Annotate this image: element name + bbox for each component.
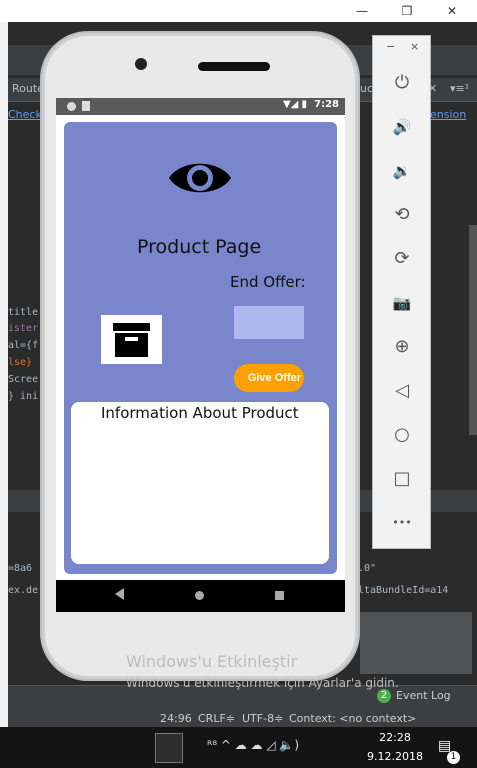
product-image[interactable] xyxy=(101,315,162,364)
product-info-card xyxy=(67,398,333,568)
offer-input[interactable] xyxy=(234,306,304,339)
panel-block xyxy=(360,612,472,674)
android-status-bar: ▼◢ ▮ 7:28 xyxy=(56,98,345,115)
emulator-close-button[interactable]: × xyxy=(410,40,419,53)
host-title-bar: — ❐ ✕ xyxy=(0,0,477,22)
end-offer-label: End Offer: xyxy=(230,273,306,291)
volume-down-icon[interactable]: 🔉 xyxy=(391,160,413,182)
archive-box-icon xyxy=(105,315,158,364)
overview-icon[interactable]: □ xyxy=(391,468,413,490)
log-line: ltaBundleId=a14 xyxy=(358,585,449,596)
status-time: 7:28 xyxy=(314,99,339,110)
power-icon[interactable]: ⏻ xyxy=(391,72,413,94)
editor-scrollbar[interactable] xyxy=(469,225,477,435)
zoom-icon[interactable]: ⊕ xyxy=(391,336,413,358)
back-icon[interactable]: ◁ xyxy=(391,380,413,402)
code-line: ister xyxy=(8,323,39,334)
speaker-grille xyxy=(198,62,270,71)
emulator-minimize-button[interactable]: − xyxy=(386,40,395,53)
encoding[interactable]: UTF-8≑ xyxy=(242,712,283,725)
code-line: Scree xyxy=(8,374,39,385)
code-line: } ini xyxy=(8,391,39,402)
taskbar-app-icon[interactable] xyxy=(155,733,183,763)
home-icon[interactable]: ○ xyxy=(391,424,413,446)
activation-watermark-title: Windows'u Etkinleştir xyxy=(126,652,298,671)
camera-icon[interactable]: 📷 xyxy=(391,292,413,314)
clock-time[interactable]: 22:28 xyxy=(377,731,413,744)
context-indicator[interactable]: Context: <no context> xyxy=(289,712,416,725)
notification-count-badge: 1 xyxy=(447,751,460,764)
emulator-toolbar: − × ⏻ 🔊 🔉 ⟲ ⟳ 📷 ⊕ ◁ ○ □ ••• xyxy=(372,35,431,549)
give-offer-button[interactable]: Give Offer xyxy=(234,364,304,392)
back-icon[interactable] xyxy=(115,588,124,600)
more-icon[interactable]: ••• xyxy=(391,512,413,534)
front-camera xyxy=(135,58,147,70)
event-log-button[interactable]: Event Log xyxy=(396,689,451,702)
signal-battery-icon: ▼◢ ▮ xyxy=(282,99,307,110)
emulator-window-controls: − × xyxy=(373,40,432,56)
log-line: =8a6 xyxy=(8,563,33,574)
code-line: lse} xyxy=(8,357,33,368)
window-maximize-button[interactable]: ❐ xyxy=(396,2,418,20)
desktop: — ❐ ✕ Route uc ✕ ▾≡¹ Check f ension titl… xyxy=(0,0,477,768)
clock-date[interactable]: 9.12.2018 xyxy=(367,750,423,763)
code-line: al={f xyxy=(8,340,39,351)
eye-icon[interactable] xyxy=(167,155,233,201)
page-title: Product Page xyxy=(137,236,262,258)
volume-up-icon[interactable]: 🔊 xyxy=(391,116,413,138)
line-ending[interactable]: CRLF≑ xyxy=(198,712,235,725)
rotate-right-icon[interactable]: ⟳ xyxy=(391,248,413,270)
rotate-left-icon[interactable]: ⟲ xyxy=(391,204,413,226)
home-icon[interactable] xyxy=(195,591,204,600)
log-line: ex.de xyxy=(8,585,39,596)
activation-watermark-subtitle: Windows'u etkinleştirmek için Ayarlar'a … xyxy=(126,676,399,690)
extension-link[interactable]: ension xyxy=(430,108,466,121)
window-close-button[interactable]: ✕ xyxy=(441,2,463,20)
left-edge xyxy=(0,0,8,768)
code-line: title xyxy=(8,307,39,318)
log-line: .0" xyxy=(358,563,377,574)
info-title: Information About Product xyxy=(101,404,299,422)
window-minimize-button[interactable]: — xyxy=(351,2,373,20)
tab-list-menu[interactable]: ▾≡¹ xyxy=(450,82,469,95)
event-log-badge: 2 xyxy=(377,689,391,703)
notification-dot-icon xyxy=(67,102,76,111)
tab-route[interactable]: Route xyxy=(12,82,44,95)
sd-card-icon xyxy=(82,101,90,111)
tray-icons[interactable]: ᴿ⁸ ^ ☁ ☁ ◿ 🔈) xyxy=(207,738,299,752)
recent-apps-icon[interactable] xyxy=(275,591,284,600)
cursor-position[interactable]: 24:96 xyxy=(160,712,192,725)
